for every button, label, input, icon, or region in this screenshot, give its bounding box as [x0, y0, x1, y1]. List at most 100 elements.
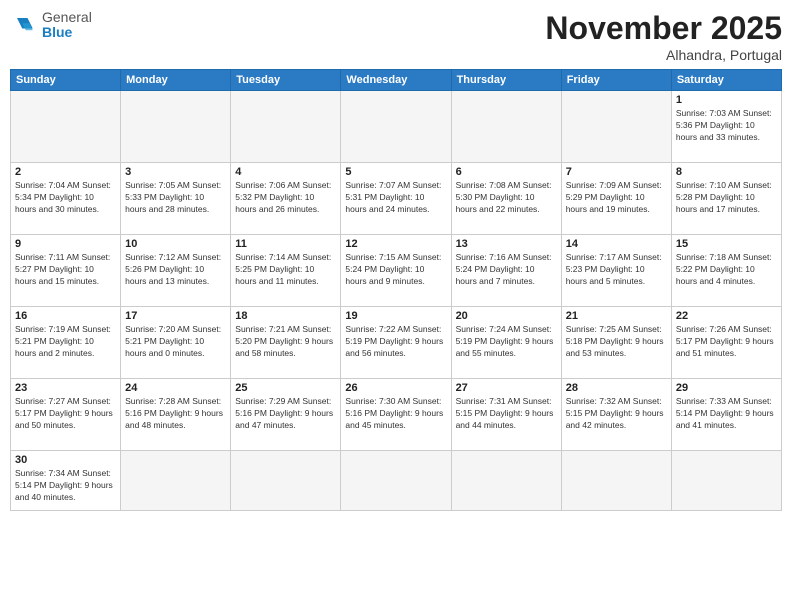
day-number: 27 [456, 382, 557, 394]
day-info: Sunrise: 7:29 AM Sunset: 5:16 PM Dayligh… [235, 396, 336, 432]
day-info: Sunrise: 7:05 AM Sunset: 5:33 PM Dayligh… [125, 180, 226, 216]
day-number: 10 [125, 238, 226, 250]
day-number: 23 [15, 382, 116, 394]
table-row: 25 Sunrise: 7:29 AM Sunset: 5:16 PM Dayli… [231, 379, 341, 451]
table-row: 22 Sunrise: 7:26 AM Sunset: 5:17 PM Dayli… [671, 307, 781, 379]
table-row: 29Sunrise: 7:33 AM Sunset: 5:14 PM Dayli… [671, 379, 781, 451]
day-info: Sunrise: 7:04 AM Sunset: 5:34 PM Dayligh… [15, 180, 116, 216]
table-row [341, 91, 451, 163]
table-row: 23Sunrise: 7:27 AM Sunset: 5:17 PM Dayli… [11, 379, 121, 451]
table-row [451, 451, 561, 511]
day-number: 6 [456, 166, 557, 178]
day-number: 12 [345, 238, 446, 250]
col-friday: Friday [561, 70, 671, 91]
table-row: 1 Sunrise: 7:03 AM Sunset: 5:36 PM Daylig… [671, 91, 781, 163]
day-number: 18 [235, 310, 336, 322]
month-title: November 2025 [545, 10, 782, 47]
table-row: 3 Sunrise: 7:05 AM Sunset: 5:33 PM Daylig… [121, 163, 231, 235]
table-row: 19 Sunrise: 7:22 AM Sunset: 5:19 PM Dayli… [341, 307, 451, 379]
day-info: Sunrise: 7:20 AM Sunset: 5:21 PM Dayligh… [125, 324, 226, 360]
day-number: 25 [235, 382, 336, 394]
col-wednesday: Wednesday [341, 70, 451, 91]
table-row [121, 451, 231, 511]
day-number: 8 [676, 166, 777, 178]
day-info: Sunrise: 7:31 AM Sunset: 5:15 PM Dayligh… [456, 396, 557, 432]
table-row [11, 91, 121, 163]
col-tuesday: Tuesday [231, 70, 341, 91]
day-info: Sunrise: 7:21 AM Sunset: 5:20 PM Dayligh… [235, 324, 336, 360]
day-info: Sunrise: 7:26 AM Sunset: 5:17 PM Dayligh… [676, 324, 777, 360]
day-info: Sunrise: 7:28 AM Sunset: 5:16 PM Dayligh… [125, 396, 226, 432]
day-info: Sunrise: 7:30 AM Sunset: 5:16 PM Dayligh… [345, 396, 446, 432]
calendar-table: Sunday Monday Tuesday Wednesday Thursday… [10, 69, 782, 511]
table-row: 18 Sunrise: 7:21 AM Sunset: 5:20 PM Dayli… [231, 307, 341, 379]
day-info: Sunrise: 7:15 AM Sunset: 5:24 PM Dayligh… [345, 252, 446, 288]
day-info: Sunrise: 7:12 AM Sunset: 5:26 PM Dayligh… [125, 252, 226, 288]
logo-blue: Blue [42, 24, 72, 40]
day-number: 16 [15, 310, 116, 322]
page: General Blue November 2025 Alhandra, Por… [0, 0, 792, 612]
table-row: 7 Sunrise: 7:09 AM Sunset: 5:29 PM Daylig… [561, 163, 671, 235]
day-number: 3 [125, 166, 226, 178]
day-info: Sunrise: 7:34 AM Sunset: 5:14 PM Dayligh… [15, 468, 116, 504]
day-info: Sunrise: 7:08 AM Sunset: 5:30 PM Dayligh… [456, 180, 557, 216]
day-info: Sunrise: 7:22 AM Sunset: 5:19 PM Dayligh… [345, 324, 446, 360]
table-row: 30 Sunrise: 7:34 AM Sunset: 5:14 PM Dayli… [11, 451, 121, 511]
day-number: 24 [125, 382, 226, 394]
day-number: 20 [456, 310, 557, 322]
day-number: 21 [566, 310, 667, 322]
day-number: 11 [235, 238, 336, 250]
table-row: 26 Sunrise: 7:30 AM Sunset: 5:16 PM Dayli… [341, 379, 451, 451]
day-info: Sunrise: 7:19 AM Sunset: 5:21 PM Dayligh… [15, 324, 116, 360]
day-number: 17 [125, 310, 226, 322]
day-info: Sunrise: 7:09 AM Sunset: 5:29 PM Dayligh… [566, 180, 667, 216]
table-row [341, 451, 451, 511]
day-info: Sunrise: 7:17 AM Sunset: 5:23 PM Dayligh… [566, 252, 667, 288]
day-info: Sunrise: 7:24 AM Sunset: 5:19 PM Dayligh… [456, 324, 557, 360]
logo-icon [10, 11, 38, 39]
logo: General Blue [10, 10, 92, 41]
day-number: 19 [345, 310, 446, 322]
table-row: 10 Sunrise: 7:12 AM Sunset: 5:26 PM Dayli… [121, 235, 231, 307]
day-info: Sunrise: 7:18 AM Sunset: 5:22 PM Dayligh… [676, 252, 777, 288]
header-row: Sunday Monday Tuesday Wednesday Thursday… [11, 70, 782, 91]
table-row: 17 Sunrise: 7:20 AM Sunset: 5:21 PM Dayli… [121, 307, 231, 379]
day-number: 26 [345, 382, 446, 394]
table-row: 11 Sunrise: 7:14 AM Sunset: 5:25 PM Dayli… [231, 235, 341, 307]
col-saturday: Saturday [671, 70, 781, 91]
day-info: Sunrise: 7:14 AM Sunset: 5:25 PM Dayligh… [235, 252, 336, 288]
logo-text: General Blue [42, 10, 92, 41]
day-number: 5 [345, 166, 446, 178]
table-row: 8Sunrise: 7:10 AM Sunset: 5:28 PM Daylig… [671, 163, 781, 235]
table-row: 9Sunrise: 7:11 AM Sunset: 5:27 PM Daylig… [11, 235, 121, 307]
day-number: 7 [566, 166, 667, 178]
table-row: 12 Sunrise: 7:15 AM Sunset: 5:24 PM Dayli… [341, 235, 451, 307]
table-row [671, 451, 781, 511]
day-number: 22 [676, 310, 777, 322]
col-sunday: Sunday [11, 70, 121, 91]
day-info: Sunrise: 7:16 AM Sunset: 5:24 PM Dayligh… [456, 252, 557, 288]
logo-general: General [42, 9, 92, 25]
day-number: 1 [676, 94, 777, 106]
day-number: 30 [15, 454, 116, 466]
table-row [561, 451, 671, 511]
day-number: 9 [15, 238, 116, 250]
day-number: 4 [235, 166, 336, 178]
col-thursday: Thursday [451, 70, 561, 91]
table-row: 16 Sunrise: 7:19 AM Sunset: 5:21 PM Dayli… [11, 307, 121, 379]
day-number: 14 [566, 238, 667, 250]
day-number: 13 [456, 238, 557, 250]
day-info: Sunrise: 7:07 AM Sunset: 5:31 PM Dayligh… [345, 180, 446, 216]
table-row: 2 Sunrise: 7:04 AM Sunset: 5:34 PM Daylig… [11, 163, 121, 235]
day-info: Sunrise: 7:25 AM Sunset: 5:18 PM Dayligh… [566, 324, 667, 360]
table-row [231, 91, 341, 163]
table-row [121, 91, 231, 163]
table-row: 15 Sunrise: 7:18 AM Sunset: 5:22 PM Dayli… [671, 235, 781, 307]
table-row: 27 Sunrise: 7:31 AM Sunset: 5:15 PM Dayli… [451, 379, 561, 451]
col-monday: Monday [121, 70, 231, 91]
day-number: 15 [676, 238, 777, 250]
table-row [451, 91, 561, 163]
day-info: Sunrise: 7:03 AM Sunset: 5:36 PM Dayligh… [676, 108, 777, 144]
day-info: Sunrise: 7:06 AM Sunset: 5:32 PM Dayligh… [235, 180, 336, 216]
day-number: 2 [15, 166, 116, 178]
